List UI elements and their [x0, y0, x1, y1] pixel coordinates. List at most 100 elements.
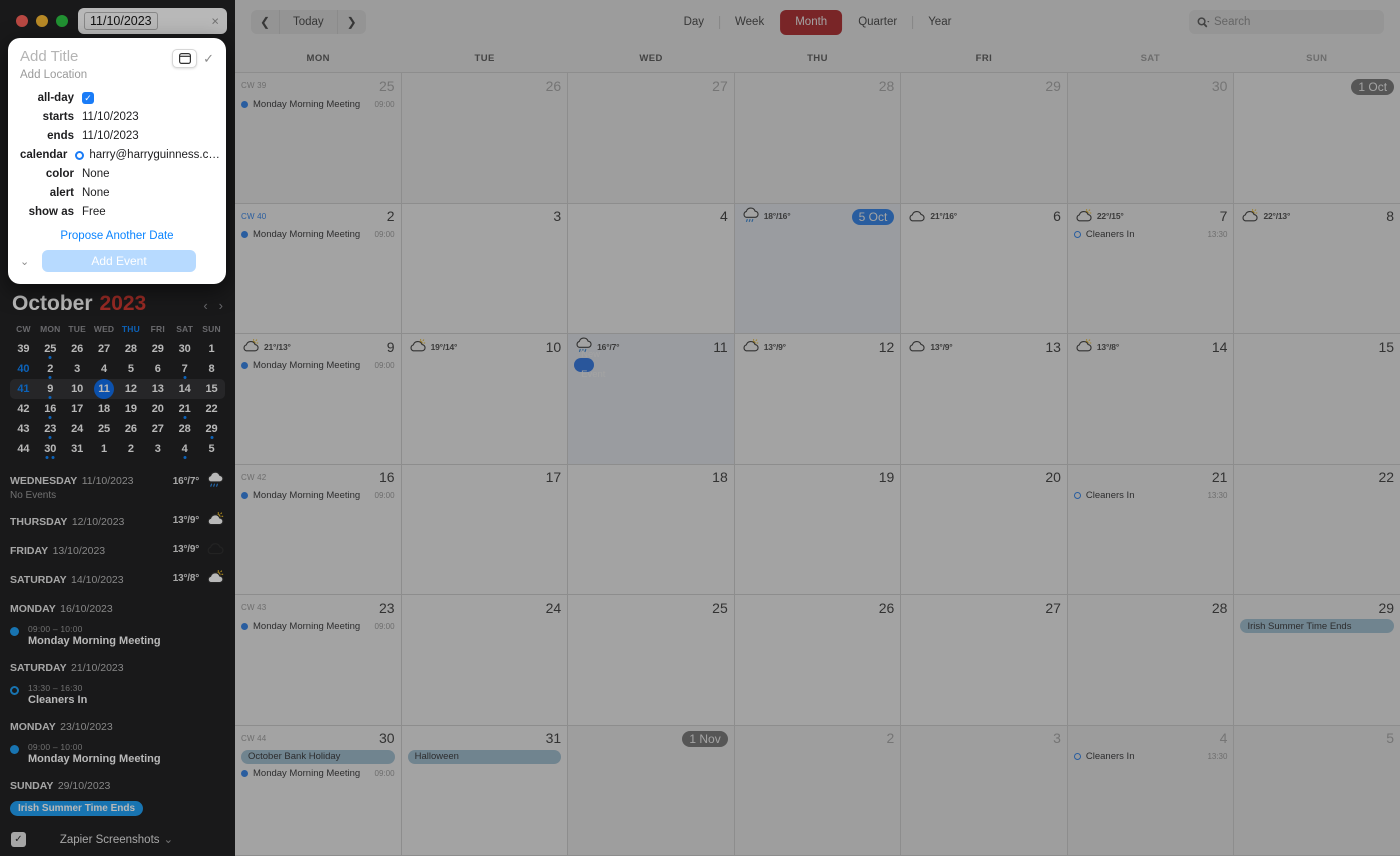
- mini-prev-month-button[interactable]: ‹: [203, 298, 207, 313]
- mini-day-cell[interactable]: 25: [91, 419, 118, 439]
- propose-another-date-link[interactable]: Propose Another Date: [20, 230, 214, 242]
- mini-day-cell[interactable]: 28: [118, 339, 145, 359]
- calendar-day-cell[interactable]: 31 Halloween: [401, 725, 569, 855]
- mini-day-cell[interactable]: 23: [37, 419, 64, 439]
- calendar-day-cell[interactable]: 28: [734, 73, 902, 203]
- calendar-day-cell[interactable]: 18°/16° 5 Oct: [734, 203, 902, 333]
- calendar-event[interactable]: Monday Morning Meeting 09:00: [241, 228, 395, 242]
- mini-day-cell[interactable]: 18: [91, 399, 118, 419]
- calendar-day-cell[interactable]: 13°/9° 12: [734, 334, 902, 464]
- calendar-day-cell[interactable]: 24: [401, 595, 569, 725]
- mini-day-cell[interactable]: 30: [37, 439, 64, 459]
- mini-day-cell[interactable]: 31: [64, 439, 91, 459]
- date-search-field[interactable]: 11/10/2023 ×: [78, 8, 227, 34]
- calendar-day-cell[interactable]: 22°/13° 8: [1234, 203, 1400, 333]
- mini-day-cell[interactable]: 6: [144, 359, 171, 379]
- calendar-value[interactable]: harry@harryguinness.c…: [75, 149, 220, 161]
- calendar-day-cell[interactable]: 22°/15° 7 Cleaners In 13:30: [1067, 203, 1235, 333]
- mini-day-cell[interactable]: 19: [118, 399, 145, 419]
- view-tab-week[interactable]: Week: [720, 10, 779, 35]
- mini-day-cell[interactable]: 16: [37, 399, 64, 419]
- mini-day-cell[interactable]: 30: [171, 339, 198, 359]
- today-button[interactable]: Today: [279, 10, 338, 34]
- mini-day-cell[interactable]: 15: [198, 379, 225, 399]
- mini-day-cell[interactable]: 27: [144, 419, 171, 439]
- mini-day-cell[interactable]: 4: [91, 359, 118, 379]
- event-title-input[interactable]: Add Title: [20, 48, 172, 66]
- mini-day-cell[interactable]: 3: [144, 439, 171, 459]
- calendar-day-cell[interactable]: 19: [734, 464, 902, 594]
- mini-day-cell[interactable]: 24: [64, 419, 91, 439]
- confirm-icon[interactable]: ✓: [203, 51, 214, 67]
- calendar-day-cell[interactable]: 21°/13° 9 Monday Morning Meeting 09:00: [235, 334, 402, 464]
- calendar-icon[interactable]: [172, 49, 198, 68]
- calendar-day-cell[interactable]: 27: [901, 595, 1068, 725]
- search-icon[interactable]: [1197, 16, 1210, 28]
- calendar-day-cell[interactable]: 26: [401, 73, 569, 203]
- add-event-button[interactable]: Add Event: [42, 250, 196, 272]
- all-day-checkbox[interactable]: ✓: [82, 92, 94, 104]
- calendar-day-cell[interactable]: 5: [1234, 725, 1400, 855]
- calendar-event[interactable]: Cleaners In 13:30: [1073, 489, 1227, 503]
- mini-day-cell[interactable]: 11: [91, 379, 118, 399]
- calendar-day-cell[interactable]: 21 Cleaners In 13:30: [1067, 464, 1235, 594]
- mini-day-cell[interactable]: 26: [118, 419, 145, 439]
- calendar-day-cell[interactable]: 26: [734, 595, 902, 725]
- calendar-day-cell[interactable]: 29: [901, 73, 1068, 203]
- mini-day-cell[interactable]: 5: [118, 359, 145, 379]
- calendar-all-day-event[interactable]: October Bank Holiday: [241, 749, 395, 764]
- mini-day-cell[interactable]: 13: [144, 379, 171, 399]
- calendar-day-cell[interactable]: 4 Cleaners In 13:30: [1067, 725, 1235, 855]
- calendar-day-cell[interactable]: 19°/14° 10: [401, 334, 569, 464]
- mini-day-cell[interactable]: 2: [118, 439, 145, 459]
- clear-icon[interactable]: ×: [211, 15, 219, 28]
- calendar-day-cell[interactable]: CW 39 25 Monday Morning Meeting 09:00: [235, 73, 402, 203]
- view-tab-day[interactable]: Day: [669, 10, 719, 35]
- calendar-day-cell[interactable]: 20: [901, 464, 1068, 594]
- calendar-day-cell[interactable]: 15: [1234, 334, 1400, 464]
- calendar-day-cell[interactable]: 3: [401, 203, 569, 333]
- mini-day-cell[interactable]: 1: [198, 339, 225, 359]
- starts-value[interactable]: 11/10/2023: [82, 111, 139, 123]
- mini-day-cell[interactable]: 28: [171, 419, 198, 439]
- mini-day-cell[interactable]: 26: [64, 339, 91, 359]
- calendar-day-cell[interactable]: CW 43 23 Monday Morning Meeting 09:00: [235, 595, 402, 725]
- calendar-day-cell[interactable]: 3: [901, 725, 1068, 855]
- calendar-all-day-event[interactable]: Halloween: [407, 749, 562, 764]
- calendar-day-cell[interactable]: 22: [1234, 464, 1400, 594]
- calendar-day-cell[interactable]: 17: [401, 464, 569, 594]
- calendar-event[interactable]: Monday Morning Meeting 09:00: [241, 358, 395, 372]
- calendar-day-cell[interactable]: 1 Nov: [568, 725, 735, 855]
- calendar-event[interactable]: Monday Morning Meeting 09:00: [241, 619, 395, 633]
- mini-day-cell[interactable]: 1: [91, 439, 118, 459]
- mini-day-cell[interactable]: 17: [64, 399, 91, 419]
- previous-period-button[interactable]: ❮: [251, 10, 279, 34]
- view-tab-year[interactable]: Year: [913, 10, 966, 35]
- next-period-button[interactable]: ❯: [338, 10, 366, 34]
- account-checkbox[interactable]: ✓: [11, 831, 26, 847]
- calendar-all-day-event[interactable]: New Event: [574, 349, 605, 380]
- calendar-day-cell[interactable]: 13°/9° 13: [901, 334, 1068, 464]
- calendar-day-cell[interactable]: 25: [568, 595, 735, 725]
- account-selector[interactable]: Zapier Screenshots ⌄: [26, 832, 207, 846]
- calendar-event[interactable]: Cleaners In 13:30: [1073, 750, 1227, 764]
- calendar-day-cell[interactable]: CW 40 2 Monday Morning Meeting 09:00: [235, 203, 402, 333]
- view-tab-month[interactable]: Month: [780, 9, 843, 35]
- event-location-input[interactable]: Add Location: [20, 69, 172, 81]
- calendar-day-cell[interactable]: 16°/7° 11 New Event: [568, 334, 735, 464]
- mini-day-cell[interactable]: 4: [171, 439, 198, 459]
- calendar-day-cell[interactable]: CW 42 16 Monday Morning Meeting 09:00: [235, 464, 402, 594]
- close-window-button[interactable]: [16, 15, 28, 27]
- calendar-event[interactable]: Monday Morning Meeting 09:00: [241, 767, 395, 781]
- calendar-event[interactable]: Monday Morning Meeting 09:00: [241, 489, 395, 503]
- calendar-day-cell[interactable]: 2: [734, 725, 902, 855]
- calendar-day-cell[interactable]: 21°/16° 6: [901, 203, 1068, 333]
- mini-day-cell[interactable]: 20: [144, 399, 171, 419]
- agenda-all-day-event[interactable]: Irish Summer Time Ends: [10, 801, 144, 816]
- mini-day-cell[interactable]: 29: [144, 339, 171, 359]
- mini-day-cell[interactable]: 2: [37, 359, 64, 379]
- calendar-day-cell[interactable]: CW 44 30 October Bank Holiday Monday Mornin…: [235, 725, 402, 855]
- agenda-event[interactable]: 09:00 – 10:00 Monday Morning Meeting: [10, 624, 225, 647]
- mini-next-month-button[interactable]: ›: [219, 298, 223, 313]
- calendar-day-cell[interactable]: 28: [1067, 595, 1235, 725]
